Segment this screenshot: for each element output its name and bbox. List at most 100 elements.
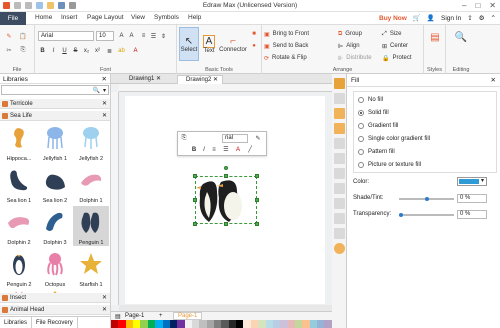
close-icon[interactable]: ✕ [489,1,496,10]
tab-libraries[interactable]: Libraries [0,317,33,328]
palette-swatch[interactable] [287,320,295,328]
buy-now-button[interactable]: Buy Now [379,15,407,22]
increase-font-icon[interactable]: A [117,31,126,41]
shape-dolphin-3[interactable]: Dolphin 3 [37,206,73,246]
transparency-value[interactable]: 0 % [457,210,487,219]
palette-swatch[interactable] [214,320,222,328]
shape-circle-icon[interactable]: ● [249,41,259,51]
tab-page-layout[interactable]: Page Layout [87,14,124,21]
distribute-button[interactable]: ⊪ Distribute [338,53,372,63]
palette-swatch[interactable] [324,320,332,328]
tab-help[interactable]: Help [188,14,201,21]
center-button[interactable]: ⊞ Center [382,41,408,51]
data-panel-icon[interactable] [334,213,345,224]
comment-panel-icon[interactable] [334,198,345,209]
color-palette[interactable] [111,320,332,328]
fill-option-single-gradient[interactable]: Single color gradient fill [358,136,430,142]
palette-swatch[interactable] [221,320,229,328]
protect-button[interactable]: 🔒 Protect [382,53,412,63]
fill-option-gradient[interactable]: Gradient fill [358,123,398,129]
shape-octopus[interactable]: Octopus [37,248,73,288]
italic-icon[interactable]: I [49,46,58,56]
share-icon[interactable]: ⇪ [467,14,472,22]
close-fill-panel-icon[interactable]: ✕ [491,76,496,84]
palette-swatch[interactable] [236,320,244,328]
styles-icon[interactable]: ▤ [427,29,443,45]
text-tool-button[interactable]: A Text [201,27,217,61]
tab-file-recovery[interactable]: File Recovery [32,317,78,328]
fill-panel-icon[interactable] [334,78,345,89]
search-icon[interactable]: 🔍 [93,87,100,94]
align-button[interactable]: ⊫ Align [338,41,360,51]
fill-option-picture[interactable]: Picture or texture fill [358,162,421,168]
line-spacing-icon[interactable]: ⇕ [159,31,168,41]
palette-swatch[interactable] [250,320,259,328]
collapse-ribbon-icon[interactable]: ⌃ [491,14,496,22]
page-menu-icon[interactable]: ▤ [115,313,121,320]
group-button[interactable]: ⧉ Group [338,29,362,39]
fill-option-pattern[interactable]: Pattern fill [358,149,395,155]
rotate-flip-button[interactable]: ⟳ Rotate & Flip [264,53,307,63]
shape-dolphin-2[interactable]: Dolphin 2 [1,206,37,246]
tab-home[interactable]: Home [35,14,52,21]
floating-align-icon[interactable]: ≡ [210,145,218,154]
send-to-back-button[interactable]: ▣ Send to Back [264,41,308,51]
palette-swatch[interactable] [133,320,141,328]
resize-handle[interactable] [193,198,197,202]
shade-value[interactable]: 0 % [457,194,487,203]
fill-option-solid[interactable]: Solid fill [358,110,389,116]
category-insect[interactable]: Insect ✕ [0,293,110,303]
palette-swatch[interactable] [111,320,119,328]
add-page-icon[interactable]: + [159,313,163,319]
tab-drawing1[interactable]: Drawing1 ✕ [121,75,165,84]
category-animal-head[interactable]: Animal Head ✕ [0,305,110,315]
palette-swatch[interactable] [302,320,310,328]
chart-panel-icon[interactable] [334,228,345,239]
shape-penguin-1[interactable]: Penguin 1 [73,206,109,246]
palette-swatch[interactable] [228,320,237,328]
note-panel-icon[interactable] [334,183,345,194]
resize-handle[interactable] [224,222,228,226]
help-icon[interactable] [334,243,345,254]
close-category-icon[interactable]: ✕ [102,293,107,303]
floating-font-select[interactable]: rial [222,134,248,143]
close-tab-icon[interactable]: ✕ [213,77,218,83]
shape-sea-lion-2[interactable]: Sea lion 2 [37,164,73,204]
font-size-select[interactable]: 10 [96,31,114,41]
bring-to-front-button[interactable]: ▣ Bring to Front [264,29,309,39]
close-category-icon[interactable]: ✕ [102,111,107,121]
font-name-select[interactable]: Arial [38,31,94,41]
palette-swatch[interactable] [199,320,207,328]
shape-sea-lion-1[interactable]: Sea lion 1 [1,164,37,204]
sign-in-button[interactable]: Sign In [441,15,461,22]
palette-swatch[interactable] [147,320,156,328]
user-icon[interactable]: 👤 [427,14,435,22]
shape-starfish-1[interactable]: Starfish 1 [73,248,109,288]
category-terricole[interactable]: Terricole ✕ [0,99,110,109]
bullet-list-icon[interactable]: ☰ [149,31,158,41]
tab-insert[interactable]: Insert [61,14,77,21]
tab-drawing2[interactable]: Drawing2 ✕ [177,75,224,84]
copy-icon[interactable]: ⎘ [18,45,28,55]
shade-slider[interactable] [399,197,454,201]
underline-icon[interactable]: U [60,46,69,56]
tab-view[interactable]: View [131,14,145,21]
transparency-slider-knob[interactable] [399,213,403,217]
image-panel-icon[interactable] [334,123,345,134]
size-button[interactable]: ⤢ Size [382,29,401,39]
floating-paint-icon[interactable]: ✎ [254,134,262,143]
library-menu-icon[interactable]: ▾ [103,87,106,94]
resize-handle[interactable] [255,174,259,178]
format-painter-icon[interactable]: ✎ [4,31,14,41]
color-picker[interactable]: ▾ [457,177,487,186]
find-icon[interactable]: 🔍 [453,29,469,45]
palette-swatch[interactable] [243,320,251,328]
line-panel-icon[interactable] [334,93,345,104]
cart-icon[interactable]: 🛒 [413,14,421,22]
shape-jellyfish-2[interactable]: Jellyfish 2 [73,122,109,162]
palette-swatch[interactable] [169,320,178,328]
cut-icon[interactable]: ✂ [4,45,14,55]
highlight-icon[interactable]: ab [117,46,126,56]
resize-handle[interactable] [193,174,197,178]
shape-hippocampus[interactable]: Hippoca... [1,122,37,162]
